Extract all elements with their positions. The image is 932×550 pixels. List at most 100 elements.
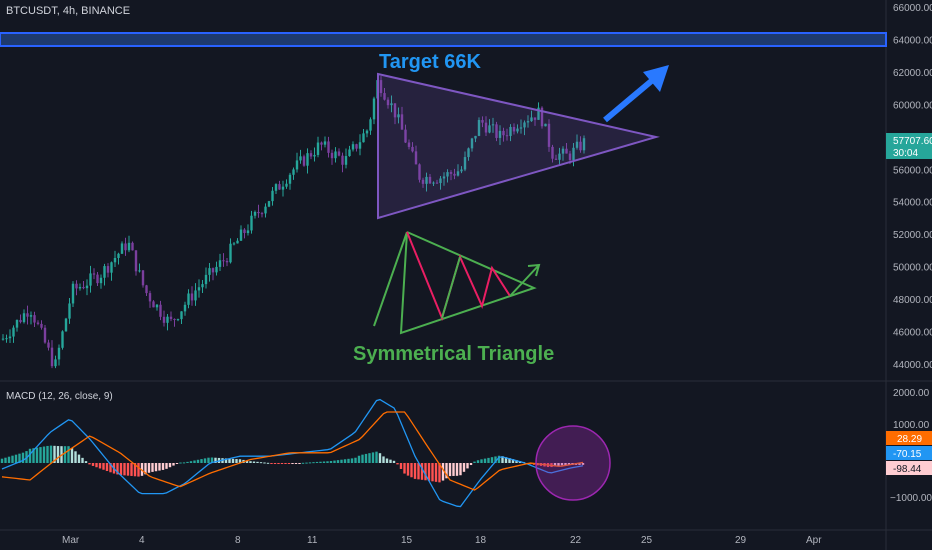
histogram-bar <box>403 463 406 474</box>
candle-body <box>19 319 22 323</box>
candle-body <box>222 260 225 262</box>
time-label-11: 11 <box>307 535 318 546</box>
candle-body <box>369 119 372 131</box>
histogram-bar <box>392 460 396 463</box>
candle-body <box>103 266 106 278</box>
candle-body <box>204 274 208 285</box>
histogram-bar <box>319 461 322 463</box>
histogram-bar <box>343 459 347 463</box>
histogram-bar <box>77 454 81 463</box>
candle-body <box>362 133 365 143</box>
symbol-title[interactable]: BTCUSDT, 4h, BINANCE <box>6 5 130 17</box>
histogram-bar <box>35 447 39 463</box>
pattern-label[interactable]: Symmetrical Triangle <box>353 343 554 365</box>
histogram-bar <box>105 463 109 472</box>
price-axis[interactable]: 66000.0064000.0062000.0060000.0058000.00… <box>893 3 932 371</box>
candle-body <box>68 303 71 319</box>
histogram-bar <box>165 463 168 469</box>
candle-body <box>260 213 264 215</box>
candle-body <box>236 240 239 244</box>
candle-body <box>99 277 103 284</box>
candle-body <box>155 304 159 308</box>
histogram-bar <box>287 463 291 464</box>
candle-body <box>267 201 271 207</box>
histogram-bar <box>235 459 238 463</box>
histogram-bar <box>189 461 193 463</box>
histogram-bar <box>357 455 361 463</box>
histogram-bar <box>420 463 424 480</box>
candle-body <box>187 293 190 305</box>
target-label[interactable]: Target 66K <box>379 51 481 73</box>
histogram-bar <box>151 463 154 472</box>
histogram-bar <box>158 463 161 471</box>
candle-body <box>57 347 61 360</box>
time-label-apr: Apr <box>806 535 822 546</box>
candle-body <box>5 338 8 340</box>
histogram-bar <box>455 463 459 476</box>
histogram-bar <box>263 462 266 464</box>
histogram-bar <box>410 463 413 478</box>
histogram-bar <box>207 457 210 463</box>
candle-body <box>208 268 211 275</box>
histogram-bar <box>434 463 438 482</box>
signal-value: 28.29 <box>897 434 922 445</box>
macd-title[interactable]: MACD (12, 26, close, 9) <box>6 391 113 402</box>
candle-body <box>117 253 120 259</box>
price-tick: 62000.00 <box>893 68 932 79</box>
histogram-bar <box>375 451 378 463</box>
histogram-bar <box>469 463 473 466</box>
histogram-bar <box>413 463 417 479</box>
histogram-bar <box>119 463 123 476</box>
time-axis[interactable]: Mar 4 8 11 15 18 22 25 29 Apr <box>62 535 822 546</box>
histogram-bar <box>182 462 186 464</box>
histogram-bar <box>312 462 315 464</box>
candle-body <box>274 184 278 191</box>
candle-body <box>15 319 19 328</box>
chart-canvas[interactable]: Target 66K Symmetrical Triangle BTCUSDT,… <box>0 0 932 550</box>
histogram-bar <box>273 463 277 464</box>
histogram-bar <box>459 463 462 476</box>
candle-body <box>145 285 148 294</box>
candle-body <box>152 301 155 308</box>
histogram-bar <box>483 458 487 463</box>
candle-body <box>1 338 5 340</box>
histogram-bar <box>179 462 182 464</box>
histogram-bar <box>315 461 319 463</box>
macd-value: -70.15 <box>893 449 922 460</box>
histogram-bar <box>46 445 49 463</box>
candle-body <box>253 211 257 216</box>
resistance-zone[interactable] <box>0 32 887 47</box>
candle-body <box>106 266 110 273</box>
histogram-bar <box>95 463 98 468</box>
candle-body <box>71 283 75 304</box>
candle-body <box>327 141 330 153</box>
candle-body <box>127 242 131 251</box>
candle-body <box>299 156 302 161</box>
candle-body <box>120 243 124 254</box>
candle-body <box>96 274 99 284</box>
histogram-bar <box>476 460 480 463</box>
histogram-bar <box>466 463 469 469</box>
histogram-bar <box>448 463 452 477</box>
candle-body <box>54 359 57 367</box>
histogram-bar <box>14 454 18 463</box>
histogram-bar <box>473 461 476 463</box>
histogram-bar <box>203 458 207 463</box>
histogram-bar <box>378 453 382 463</box>
histogram-bar <box>11 455 14 463</box>
price-tick: 44000.00 <box>893 360 932 371</box>
candle-body <box>50 347 54 367</box>
candle-body <box>313 154 316 157</box>
candle-body <box>243 229 246 234</box>
histogram-bar <box>81 457 84 463</box>
candle-body <box>180 311 183 320</box>
histogram-bar <box>322 461 326 463</box>
candle-body <box>176 319 180 321</box>
macd-highlight-circle[interactable] <box>535 425 611 501</box>
time-label-25: 25 <box>641 535 653 546</box>
histogram-value: -98.44 <box>893 464 922 475</box>
histogram-bar <box>130 463 133 476</box>
candle-body <box>75 283 78 289</box>
histogram-bar <box>200 459 203 463</box>
price-tick: 50000.00 <box>893 263 932 274</box>
